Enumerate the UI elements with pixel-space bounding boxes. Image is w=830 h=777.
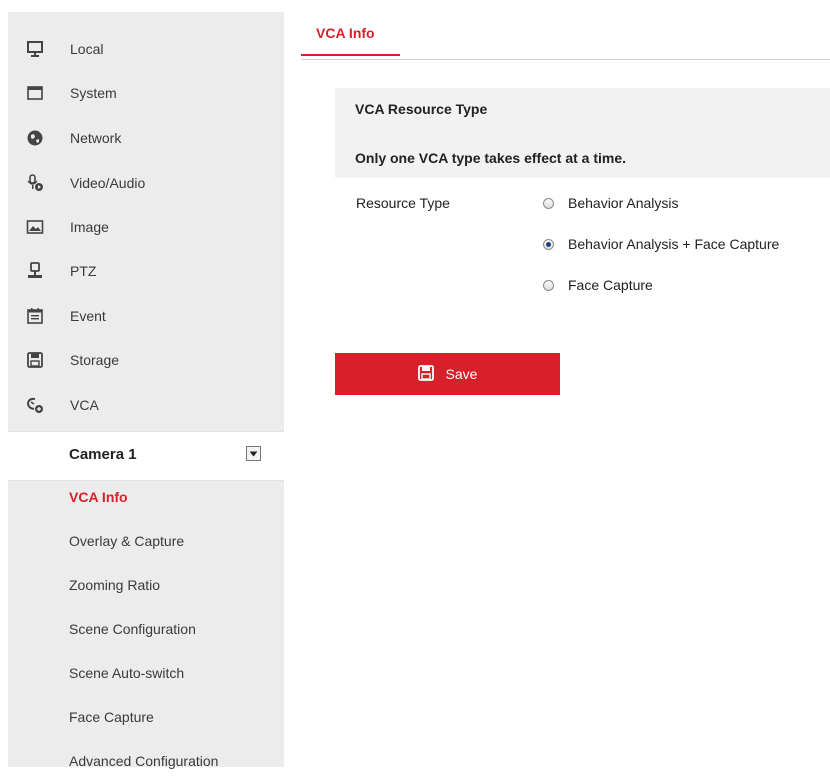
sidebar-item-label: Network (70, 130, 122, 146)
sidebar-item-label: System (70, 85, 117, 101)
ptz-icon (26, 262, 44, 280)
section-note: Only one VCA type takes effect at a time… (355, 150, 627, 166)
sidebar-item-label: Video/Audio (70, 175, 146, 191)
subnav-overlay-capture[interactable]: Overlay & Capture (8, 527, 284, 557)
camera-select-value: Camera 1 (69, 446, 137, 463)
sidebar-item-network[interactable]: Network (8, 123, 284, 153)
subnav-advanced-configuration[interactable]: Advanced Configuration (8, 747, 284, 777)
globe-icon (26, 129, 44, 147)
tab-vca-info[interactable]: VCA Info (301, 12, 400, 56)
radio-label: Behavior Analysis (568, 195, 679, 211)
save-button[interactable]: Save (335, 353, 560, 395)
subnav-scene-configuration[interactable]: Scene Configuration (8, 615, 284, 645)
resource-type-label: Resource Type (356, 195, 450, 211)
subnav-label: Zooming Ratio (69, 577, 161, 593)
sidebar-item-local[interactable]: Local (8, 34, 284, 64)
tab-divider (301, 59, 830, 60)
sidebar-item-label: Local (70, 41, 104, 57)
radio-behavior-analysis[interactable]: Behavior Analysis (543, 193, 679, 213)
sidebar-item-label: Image (70, 219, 109, 235)
save-button-label: Save (445, 366, 478, 382)
sidebar: Local System Network Video/Audio Image P… (8, 12, 284, 769)
subnav-label: Scene Auto-switch (69, 665, 185, 681)
radio-behavior-analysis-face-capture[interactable]: Behavior Analysis + Face Capture (543, 234, 779, 254)
subnav-label: Face Capture (69, 709, 154, 725)
vca-icon (26, 396, 44, 414)
chevron-down-icon[interactable] (246, 446, 261, 461)
sidebar-item-storage[interactable]: Storage (8, 345, 284, 375)
sidebar-item-event[interactable]: Event (8, 301, 284, 331)
radio-label: Behavior Analysis + Face Capture (568, 236, 780, 252)
radio-button[interactable] (543, 279, 554, 291)
subnav-vca-info[interactable]: VCA Info (8, 483, 284, 513)
tab-label: VCA Info (316, 25, 375, 41)
subnav-label: Overlay & Capture (69, 533, 185, 549)
subnav-label: VCA Info (69, 489, 128, 505)
microphone-icon (26, 174, 44, 192)
subnav-zooming-ratio[interactable]: Zooming Ratio (8, 571, 284, 601)
image-icon (26, 218, 44, 236)
sidebar-item-label: Event (70, 308, 106, 324)
subnav-label: Scene Configuration (69, 621, 196, 637)
calendar-icon (26, 307, 44, 325)
radio-face-capture[interactable]: Face Capture (543, 275, 653, 295)
sidebar-item-ptz[interactable]: PTZ (8, 256, 284, 286)
camera-selector[interactable]: Camera 1 (8, 431, 284, 481)
sidebar-item-label: VCA (70, 397, 99, 413)
section-title: VCA Resource Type (355, 101, 488, 117)
sidebar-item-vca[interactable]: VCA (8, 390, 284, 420)
sidebar-item-label: Storage (70, 352, 120, 368)
sidebar-item-image[interactable]: Image (8, 212, 284, 242)
vca-resource-section: VCA Resource Type Only one VCA type take… (335, 88, 830, 178)
sidebar-item-video-audio[interactable]: Video/Audio (8, 168, 284, 198)
system-icon (26, 84, 44, 102)
floppy-icon (26, 351, 44, 369)
monitor-icon (26, 40, 44, 58)
floppy-icon (417, 364, 434, 384)
radio-label: Face Capture (568, 277, 653, 293)
sidebar-item-label: PTZ (70, 263, 97, 279)
radio-button[interactable] (543, 197, 554, 209)
radio-button-checked[interactable] (543, 238, 554, 250)
sidebar-item-system[interactable]: System (8, 78, 284, 108)
subnav-face-capture[interactable]: Face Capture (8, 703, 284, 733)
subnav-scene-auto-switch[interactable]: Scene Auto-switch (8, 659, 284, 689)
